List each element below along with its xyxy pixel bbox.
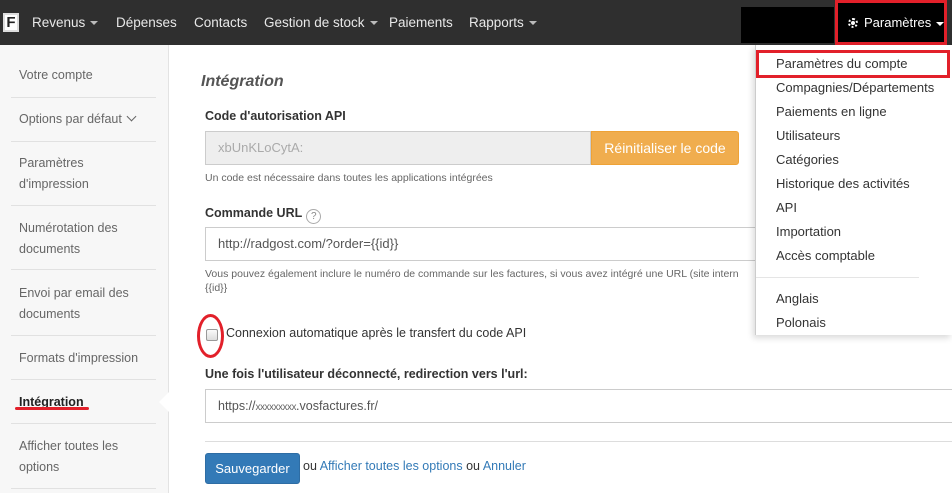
help-icon[interactable]: ?: [306, 209, 322, 224]
settings-menu-label: Paramètres: [864, 15, 932, 30]
caret-down-icon: [936, 21, 945, 26]
nav-depenses-label: Dépenses: [116, 15, 177, 30]
cancel-link[interactable]: Annuler: [483, 459, 526, 473]
url-command-help: Vous pouvez également inclure le numéro …: [205, 267, 755, 281]
sidebar-item-label: Paramètres d'impression: [19, 156, 89, 191]
sidebar-item-formats-impression[interactable]: Formats d'impression: [11, 348, 156, 380]
active-indicator-arrow: [159, 392, 169, 412]
page-title: Intégration: [201, 73, 284, 90]
sidebar-item-options-defaut[interactable]: Options par défaut: [11, 109, 156, 142]
sidebar-item-parametres-impression[interactable]: Paramètres d'impression: [11, 153, 156, 206]
save-button[interactable]: Sauvegarder: [205, 453, 300, 484]
app-logo[interactable]: F: [3, 13, 19, 32]
sidebar-item-label: Options par défaut: [19, 112, 122, 126]
nav-revenus[interactable]: Revenus: [32, 0, 99, 45]
settings-dropdown-menu: Paramètres du compte Compagnies/Départem…: [755, 45, 952, 335]
caret-down-icon: [90, 21, 99, 26]
logout-redirect-input[interactable]: https://xxxxxxxxx.vosfactures.fr/: [205, 389, 952, 423]
auto-login-label: Connexion automatique après le transfert…: [226, 326, 527, 340]
url-command-label-text: Commande URL: [205, 206, 303, 220]
nav-paiements[interactable]: Paiements: [389, 0, 453, 45]
url-command-help-line2: {{id}}: [205, 282, 228, 294]
menu-item-parametres-compte[interactable]: Paramètres du compte: [776, 56, 908, 71]
nav-paiements-label: Paiements: [389, 15, 453, 30]
api-code-label: Code d'autorisation API: [205, 109, 346, 123]
menu-item-paiements-ligne[interactable]: Paiements en ligne: [776, 104, 887, 119]
sidebar-item-label: Votre compte: [19, 68, 93, 82]
nav-gestion-stock[interactable]: Gestion de stock: [264, 0, 378, 45]
sidebar-item-label: Afficher toutes les options: [19, 439, 119, 474]
logout-redirect-label: Une fois l'utilisateur déconnecté, redir…: [205, 367, 528, 381]
sidebar-item-label: Formats d'impression: [19, 351, 139, 365]
sidebar-item-numerotation[interactable]: Numérotation des documents: [11, 218, 156, 270]
menu-item-lang-anglais[interactable]: Anglais: [776, 291, 819, 306]
auto-login-checkbox[interactable]: [206, 329, 218, 341]
menu-item-importation[interactable]: Importation: [776, 224, 841, 239]
api-code-help: Un code est nécessaire dans toutes les a…: [205, 172, 493, 184]
form-actions-text: ou Afficher toutes les options ou Annule…: [303, 459, 526, 473]
or-text: ou: [303, 459, 317, 473]
menu-item-lang-polonais[interactable]: Polonais: [776, 315, 826, 330]
sidebar-item-afficher-options[interactable]: Afficher toutes les options: [11, 436, 156, 489]
menu-item-utilisateurs[interactable]: Utilisateurs: [776, 128, 840, 143]
url-suffix: .vosfactures.fr/: [296, 399, 379, 413]
chevron-down-icon: [126, 111, 137, 122]
or-text: ou: [466, 459, 481, 473]
menu-divider: [756, 277, 919, 278]
settings-menu-button[interactable]: Paramètres: [835, 0, 947, 45]
settings-sidebar: Votre compte Options par défaut Paramètr…: [0, 45, 169, 493]
sidebar-item-label: Envoi par email des documents: [19, 286, 129, 321]
caret-down-icon: [369, 21, 378, 26]
nav-depenses[interactable]: Dépenses: [116, 0, 177, 45]
form-divider: [205, 441, 952, 442]
url-masked-part: xxxxxxxxx: [255, 402, 297, 413]
menu-item-historique[interactable]: Historique des activités: [776, 176, 910, 191]
nav-revenus-label: Revenus: [32, 15, 86, 30]
url-prefix: https://: [218, 399, 256, 413]
annotation-underline: [15, 407, 89, 410]
redacted-area: [741, 7, 834, 43]
sidebar-item-label: Numérotation des documents: [19, 221, 118, 256]
nav-contacts[interactable]: Contacts: [194, 0, 247, 45]
sidebar-item-votre-compte[interactable]: Votre compte: [11, 65, 156, 98]
url-command-help-line1: Vous pouvez également inclure le numéro …: [205, 268, 739, 280]
show-all-options-link[interactable]: Afficher toutes les options: [320, 459, 463, 473]
caret-down-icon: [528, 21, 537, 26]
sidebar-item-envoi-email[interactable]: Envoi par email des documents: [11, 283, 156, 336]
menu-item-categories[interactable]: Catégories: [776, 152, 839, 167]
nav-gestion-stock-label: Gestion de stock: [264, 15, 365, 30]
api-code-field: xbUnKLoCytA:: [205, 131, 591, 165]
nav-rapports-label: Rapports: [469, 15, 524, 30]
nav-contacts-label: Contacts: [194, 15, 248, 30]
url-command-label: Commande URL?: [205, 206, 322, 224]
menu-item-compagnies[interactable]: Compagnies/Départements: [776, 80, 934, 95]
url-command-input[interactable]: http://radgost.com/?order={{id}}: [205, 227, 765, 261]
menu-item-api[interactable]: API: [776, 200, 797, 215]
menu-item-acces-comptable[interactable]: Accès comptable: [776, 248, 875, 263]
reset-code-button[interactable]: Réinitialiser le code: [591, 131, 739, 165]
nav-rapports[interactable]: Rapports: [469, 0, 537, 45]
gear-icon: [848, 18, 858, 28]
top-navbar: F Revenus Dépenses Contacts Gestion de s…: [0, 0, 952, 45]
